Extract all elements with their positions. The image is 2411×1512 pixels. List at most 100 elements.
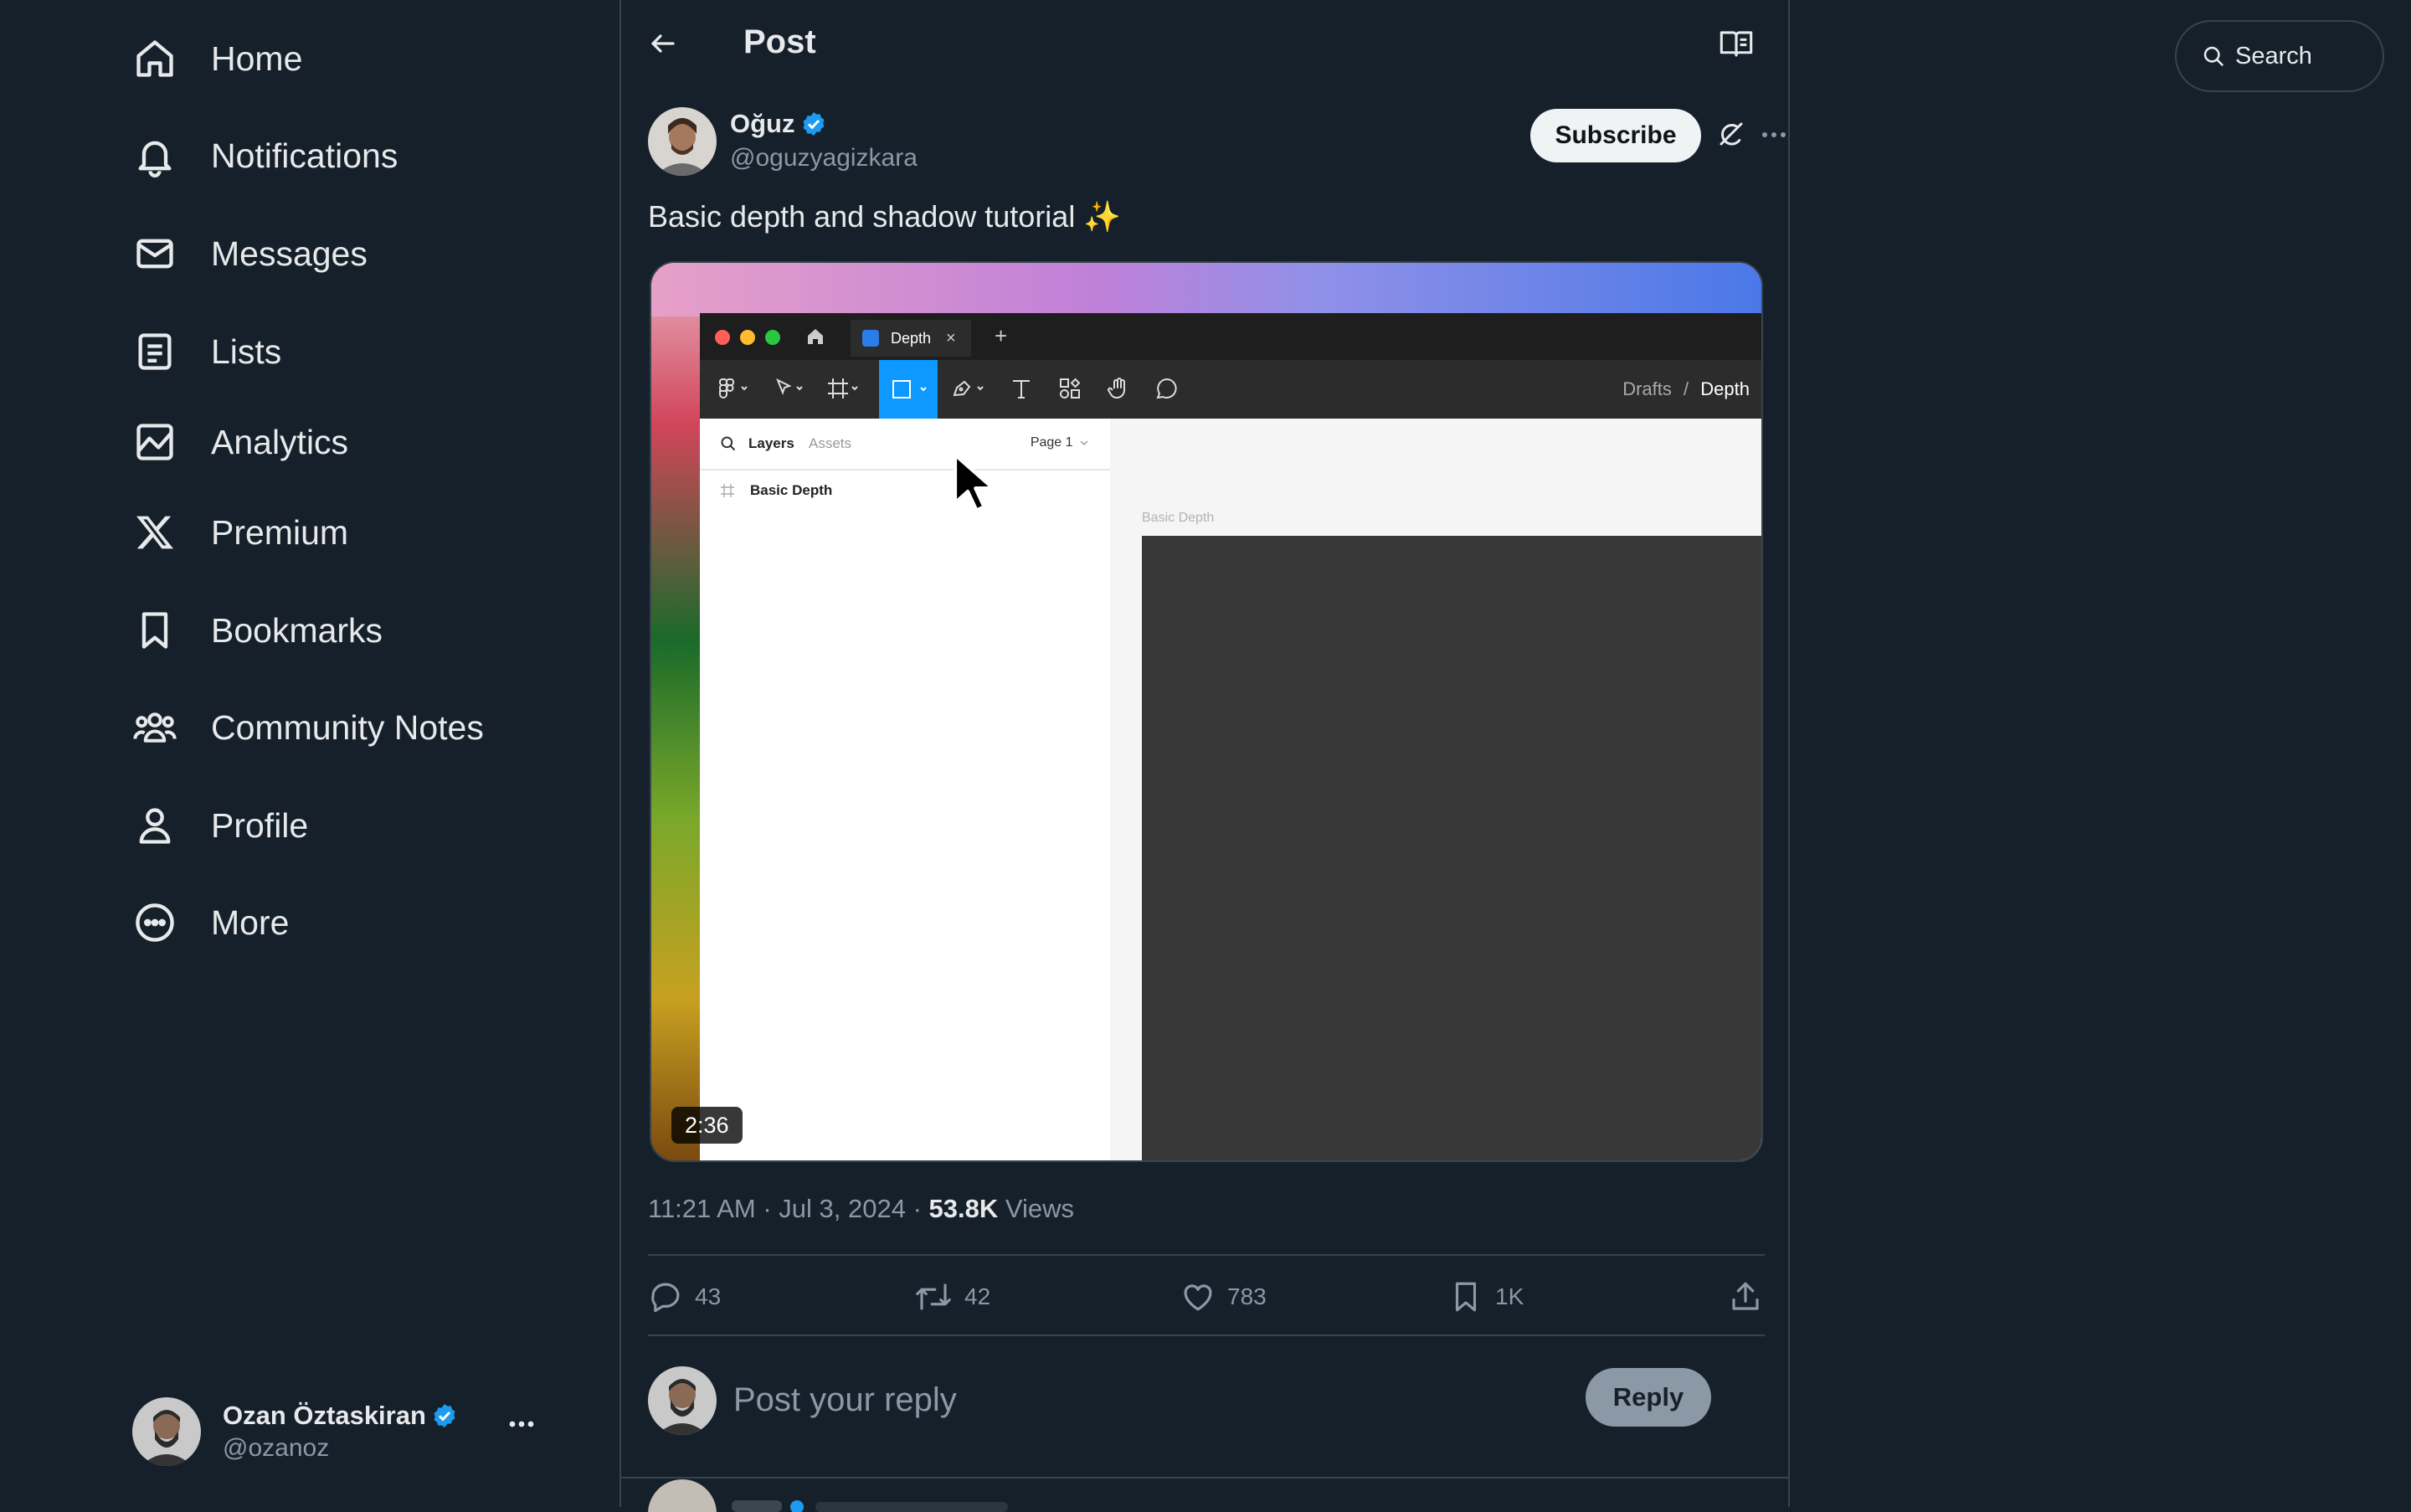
nav-label-premium: Premium	[211, 512, 349, 552]
app-tab-label: Depth	[891, 329, 932, 347]
page-title: Post	[743, 23, 816, 60]
app-tabbar: Depth × +	[700, 313, 1761, 360]
breadcrumb-separator: /	[1684, 378, 1689, 399]
post-author: Oğuz @oguzyagizkara Subscribe	[648, 107, 1786, 177]
main-menu-icon	[718, 377, 752, 400]
reply-button[interactable]: Reply	[1586, 1368, 1711, 1427]
views-label: Views	[1005, 1194, 1075, 1223]
minimize-dot-icon	[740, 330, 755, 345]
frame-label: Basic Depth	[1142, 511, 1215, 525]
nav-item-profile[interactable]: Profile	[132, 792, 308, 859]
nav-label-analytics: Analytics	[211, 422, 349, 461]
share-action[interactable]	[1728, 1279, 1763, 1314]
nav-item-lists[interactable]: Lists	[132, 318, 281, 385]
nav-item-analytics[interactable]: Analytics	[132, 409, 348, 476]
layers-panel: Layers Assets Page 1 Basic Depth	[700, 419, 1112, 1160]
subscribe-button[interactable]: Subscribe	[1530, 109, 1701, 162]
search-input[interactable]	[2234, 41, 2379, 71]
page-header: Post	[621, 0, 1788, 87]
app-window-screenshot: Depth × + Drafts / Depth Layers Assets P…	[700, 313, 1761, 1160]
file-icon	[862, 330, 879, 347]
chevron-down-icon	[1080, 440, 1088, 446]
reader-mode-icon[interactable]	[1720, 28, 1753, 59]
hand-tool-icon	[1107, 377, 1130, 400]
search-box[interactable]	[2175, 20, 2384, 92]
reply-avatar	[648, 1366, 717, 1435]
author-handle[interactable]: @oguzyagizkara	[730, 144, 918, 172]
page-select: Page 1	[1031, 435, 1088, 450]
nav-label-bookmarks: Bookmarks	[211, 610, 383, 650]
more-circle-icon	[132, 900, 177, 945]
community-icon	[132, 705, 177, 750]
verified-badge-icon	[431, 1402, 458, 1429]
tab-close-icon: ×	[946, 328, 956, 347]
zoom-dot-icon	[765, 330, 780, 345]
like-action[interactable]: 783	[1180, 1279, 1267, 1314]
breadcrumb-parent: Drafts	[1622, 378, 1672, 399]
nav-item-home[interactable]: Home	[132, 25, 302, 92]
app-home-icon	[805, 327, 825, 347]
nav-item-community-notes[interactable]: Community Notes	[132, 694, 484, 761]
post-meta: 11:21 AM · Jul 3, 2024 · 53.8K Views	[648, 1194, 1074, 1224]
account-info: Ozan Öztaskiran @ozanoz	[223, 1401, 458, 1463]
account-more-icon[interactable]	[509, 1420, 534, 1428]
sidebar: Home Notifications Messages Lists Analyt…	[0, 0, 619, 1507]
avatar	[132, 1397, 201, 1466]
breadcrumb-current: Depth	[1700, 378, 1750, 399]
list-icon	[132, 329, 177, 374]
frame-tool-icon	[827, 377, 864, 400]
nav-label-notifications: Notifications	[211, 136, 398, 175]
author-avatar[interactable]	[648, 107, 717, 176]
bookmark-action[interactable]: 1K	[1448, 1279, 1524, 1314]
repost-icon	[914, 1279, 953, 1314]
post-text: Basic depth and shadow tutorial ✨	[648, 199, 1122, 234]
reply-composer: Reply	[648, 1365, 1765, 1435]
bookmark-icon	[1448, 1279, 1483, 1314]
mouse-cursor-icon	[953, 452, 998, 516]
panel-tab-assets: Assets	[809, 435, 852, 451]
bookmark-icon	[132, 608, 177, 653]
post-date[interactable]: Jul 3, 2024	[779, 1194, 906, 1223]
comment-tool-icon	[1155, 377, 1179, 400]
x-logo-icon	[132, 510, 177, 555]
post-video[interactable]: Depth × + Drafts / Depth Layers Assets P…	[650, 261, 1763, 1162]
reply-action[interactable]: 43	[648, 1279, 721, 1314]
next-reply-preview	[648, 1479, 1765, 1512]
nav-label-more: More	[211, 903, 290, 942]
post-time[interactable]: 11:21 AM	[648, 1194, 756, 1223]
back-arrow-icon[interactable]	[648, 28, 678, 59]
author-name-row[interactable]: Oğuz	[730, 109, 827, 139]
account-name: Ozan Öztaskiran	[223, 1401, 426, 1430]
nav-item-notifications[interactable]: Notifications	[132, 122, 398, 189]
nav-item-bookmarks[interactable]: Bookmarks	[132, 597, 383, 664]
app-toolbar: Drafts / Depth	[700, 360, 1761, 419]
home-icon	[132, 36, 177, 81]
bell-icon	[132, 133, 177, 178]
reply-count: 43	[695, 1283, 722, 1309]
text-tool-icon	[1010, 377, 1033, 400]
nav-item-messages[interactable]: Messages	[132, 220, 368, 287]
new-tab-icon: +	[995, 323, 1008, 348]
post-more-icon[interactable]	[1761, 131, 1786, 139]
reply-icon	[648, 1279, 683, 1314]
nav-item-more[interactable]: More	[132, 889, 289, 956]
author-name[interactable]: Oğuz	[730, 109, 795, 139]
grok-icon[interactable]	[1716, 119, 1746, 149]
repost-action[interactable]: 42	[914, 1279, 990, 1314]
like-count: 783	[1227, 1283, 1267, 1309]
meta-separator: ·	[912, 1194, 922, 1223]
heart-icon	[1180, 1279, 1216, 1314]
nav-item-premium[interactable]: Premium	[132, 499, 348, 566]
account-switcher[interactable]: Ozan Öztaskiran @ozanoz	[132, 1390, 534, 1473]
panel-tab-layers: Layers	[748, 435, 794, 451]
nav-label-messages: Messages	[211, 234, 368, 273]
account-handle: @ozanoz	[223, 1434, 330, 1462]
layer-name: Basic Depth	[750, 482, 833, 498]
panel-tabs: Layers Assets Page 1	[700, 419, 1110, 471]
reply-input[interactable]	[732, 1378, 1488, 1422]
repost-count: 42	[964, 1283, 991, 1309]
analytics-icon	[132, 419, 177, 465]
verified-badge-icon	[800, 111, 827, 137]
meta-separator: ·	[763, 1194, 772, 1223]
envelope-icon	[132, 231, 177, 276]
